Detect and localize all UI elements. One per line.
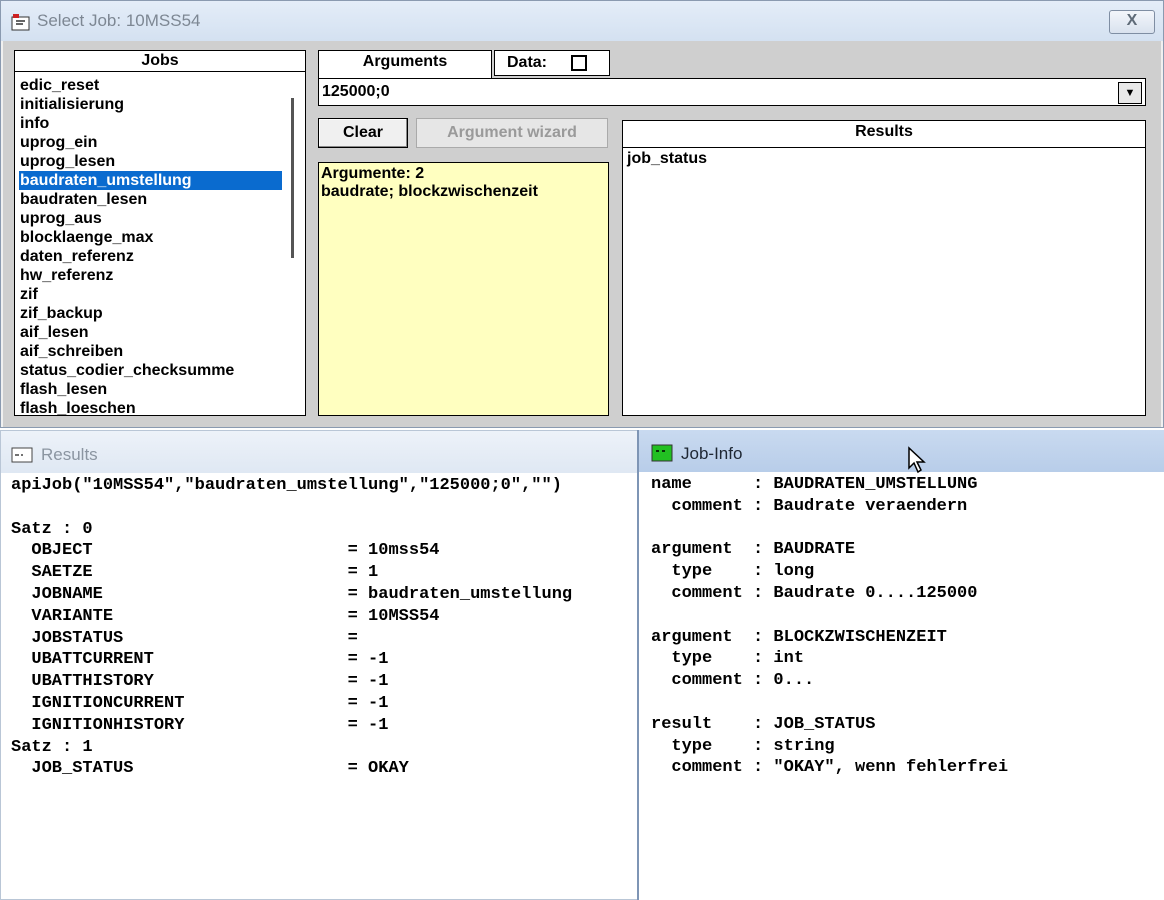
jobinfo-window: Job-Info name : BAUDRATEN_UMSTELLUNG com… <box>637 430 1164 900</box>
results-line: SAETZE = 1 <box>11 563 379 583</box>
close-button[interactable]: X <box>1109 10 1155 34</box>
results-window: Results apiJob("10MSS54","baudraten_umst… <box>0 430 640 900</box>
job-list-item[interactable]: aif_schreiben <box>19 342 282 361</box>
argument-info-box: Argumente: 2 baudrate; blockzwischenzeit <box>318 162 609 416</box>
results-line: VARIANTE = 10MSS54 <box>11 606 440 626</box>
jobs-header: Jobs <box>14 50 306 72</box>
clear-button[interactable]: Clear <box>318 118 408 148</box>
job-list-item[interactable]: flash_lesen <box>19 380 282 399</box>
jobinfo-line: comment : Baudrate 0....125000 <box>651 584 978 603</box>
job-list-item[interactable]: baudraten_umstellung <box>19 171 282 190</box>
results-line: UBATTCURRENT = -1 <box>11 650 389 670</box>
job-list-item[interactable]: hw_referenz <box>19 266 282 285</box>
results-line: apiJob("10MSS54","baudraten_umstellung",… <box>11 476 562 495</box>
job-list-item[interactable]: flash_loeschen <box>19 399 282 415</box>
tab-arguments[interactable]: Arguments <box>318 50 492 78</box>
jobs-list[interactable]: edic_reset initialisierung info uprog_ein up… <box>14 72 306 416</box>
job-list-item[interactable]: info <box>19 114 282 133</box>
jobinfo-line: comment : Baudrate veraendern <box>651 496 968 516</box>
argument-value: 125000;0 <box>322 83 390 100</box>
argument-count: Argumente: 2 <box>321 165 425 182</box>
results-line: UBATTHISTORY = -1 <box>11 672 389 692</box>
job-list-item[interactable]: status_codier_checksumme <box>19 361 282 380</box>
job-list-item[interactable]: daten_referenz <box>19 247 282 266</box>
results-line: JOBNAME = baudraten_umstellung <box>11 585 573 604</box>
results-line: IGNITIONCURRENT = -1 <box>11 694 389 713</box>
jobinfo-line: type : string <box>651 736 835 756</box>
jobinfo-line: result : JOB_STATUS <box>651 714 876 734</box>
results-line: OBJECT = 10mss54 <box>11 541 440 561</box>
app-icon <box>11 14 30 31</box>
jobs-scrollbar[interactable] <box>291 98 294 258</box>
jobinfo-window-title: Job-Info <box>681 444 743 463</box>
terminal-icon <box>651 444 673 462</box>
jobinfo-line: argument : BAUDRATE <box>651 540 856 560</box>
jobinfo-line: comment : "OKAY", wenn fehlerfrei <box>651 758 1009 778</box>
select-job-title: Select Job: 10MSS54 <box>37 11 201 30</box>
results-line: Satz : 1 <box>11 737 93 757</box>
tab-data[interactable]: Data: <box>494 50 610 76</box>
results-line: Satz : 0 <box>11 519 93 539</box>
results-item[interactable]: job_status <box>627 150 1141 168</box>
jobinfo-line: name : BAUDRATEN_UMSTELLUNG <box>651 475 978 494</box>
results-titlebar[interactable]: Results <box>1 431 639 473</box>
argument-wizard-button[interactable]: Argument wizard <box>416 118 608 148</box>
data-checkbox[interactable] <box>571 55 587 71</box>
argument-names: baudrate; blockzwischenzeit <box>321 183 538 200</box>
job-list-item[interactable]: baudraten_lesen <box>19 190 282 209</box>
jobinfo-line: type : int <box>651 649 805 669</box>
results-line: JOBSTATUS = <box>11 628 358 648</box>
job-list-item[interactable]: edic_reset <box>19 76 282 95</box>
document-icon <box>11 447 33 463</box>
jobinfo-line: argument : BLOCKZWISCHENZEIT <box>651 627 947 647</box>
chevron-down-icon[interactable]: ▼ <box>1118 82 1142 104</box>
job-list-item[interactable]: uprog_aus <box>19 209 282 228</box>
argument-input[interactable]: 125000;0 ▼ <box>318 78 1146 106</box>
jobinfo-output: name : BAUDRATEN_UMSTELLUNG comment : Ba… <box>651 474 1164 894</box>
results-line: IGNITIONHISTORY = -1 <box>11 715 389 735</box>
results-list[interactable]: job_status <box>622 148 1146 416</box>
job-list-item[interactable]: zif <box>19 285 282 304</box>
jobinfo-line: comment : 0... <box>651 671 815 691</box>
select-job-titlebar[interactable]: Select Job: 10MSS54 X <box>1 1 1163 41</box>
job-list-item[interactable]: initialisierung <box>19 95 282 114</box>
results-window-title: Results <box>41 445 98 464</box>
jobinfo-titlebar[interactable]: Job-Info <box>639 430 1164 472</box>
jobinfo-line: type : long <box>651 562 815 582</box>
results-output: apiJob("10MSS54","baudraten_umstellung",… <box>11 475 639 895</box>
mouse-pointer-icon <box>908 446 926 474</box>
tab-data-label: Data: <box>507 54 548 71</box>
job-list-item[interactable]: uprog_ein <box>19 133 282 152</box>
job-list-item[interactable]: uprog_lesen <box>19 152 282 171</box>
results-header: Results <box>622 120 1146 148</box>
job-list-item[interactable]: blocklaenge_max <box>19 228 282 247</box>
job-list-item[interactable]: aif_lesen <box>19 323 282 342</box>
job-list-item[interactable]: zif_backup <box>19 304 282 323</box>
results-line: JOB_STATUS = OKAY <box>11 759 409 779</box>
